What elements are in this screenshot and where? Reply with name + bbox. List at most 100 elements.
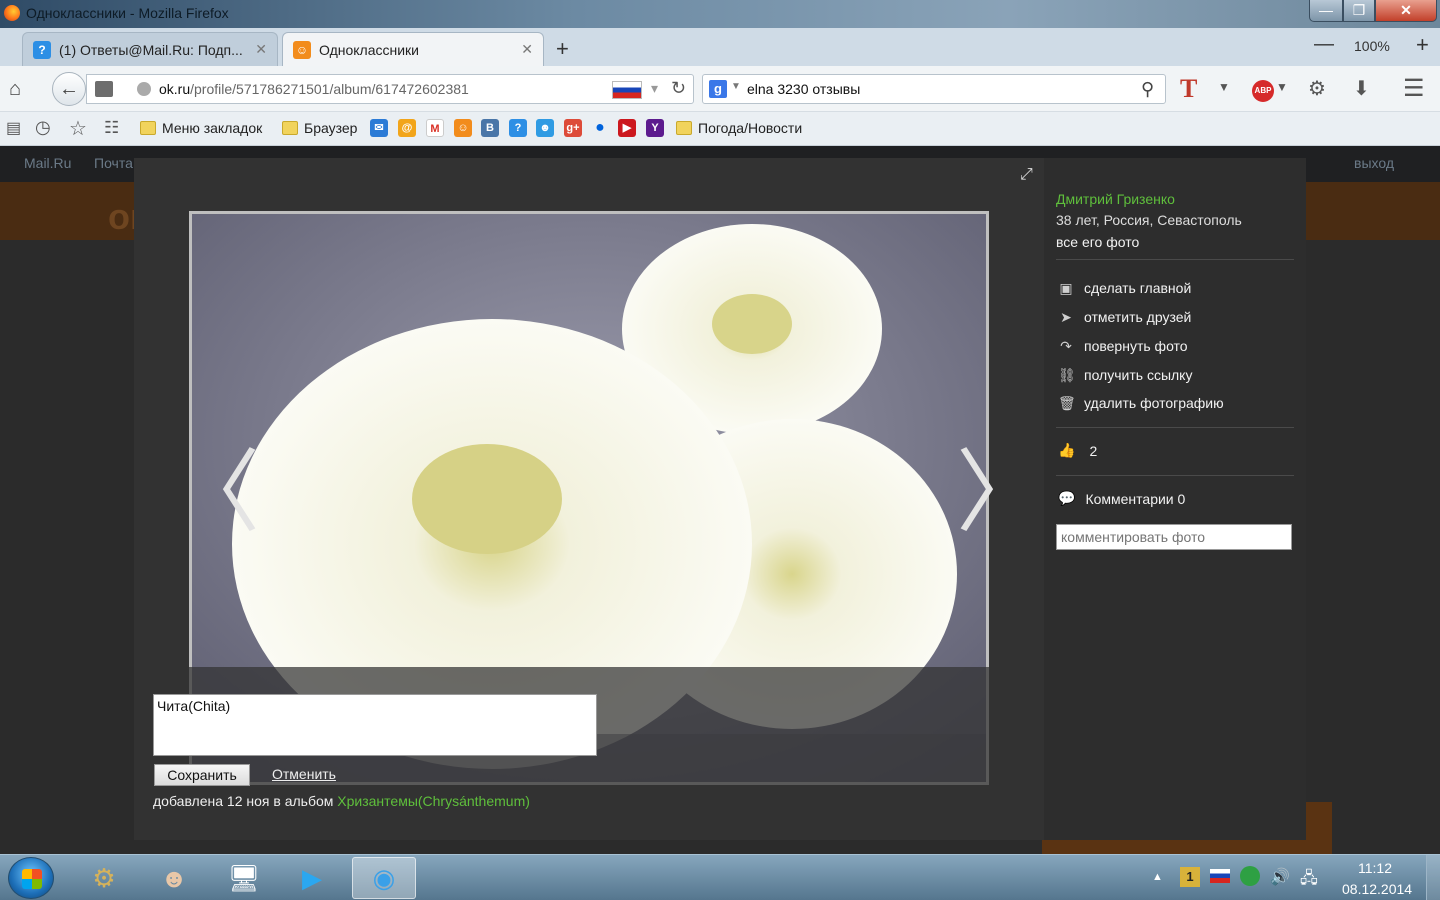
google-plus-icon[interactable]: g+ <box>564 119 582 137</box>
translate-icon[interactable]: T <box>1180 74 1197 104</box>
tab-close-icon[interactable]: ✕ <box>521 41 533 58</box>
link-exit[interactable]: выход <box>1354 155 1394 171</box>
play-icon: ▶ <box>302 862 322 893</box>
tab-odnoklassniki[interactable]: ☺ Одноклассники ✕ <box>282 32 544 66</box>
cancel-link[interactable]: Отменить <box>272 766 336 782</box>
owner-name-link[interactable]: Дмитрий Гризенко <box>1056 191 1175 207</box>
thumbs-up-icon: 👍 <box>1058 442 1076 458</box>
tab-label: (1) Ответы@Mail.Ru: Подп... <box>59 41 243 58</box>
gmail-icon[interactable]: M <box>426 119 444 137</box>
link-pochta[interactable]: Почта <box>94 155 133 171</box>
download-icon[interactable]: ⬇ <box>1353 76 1370 101</box>
moimir-icon[interactable]: ☻ <box>536 119 554 137</box>
link-mailru[interactable]: Mail.Ru <box>24 155 71 171</box>
photo-viewer-modal: ⤢ ✕ 〈 〉 <box>134 158 1306 840</box>
bookmark-weather-news[interactable]: Погода/Новости <box>676 120 802 136</box>
rotate-icon: ↷ <box>1060 338 1072 354</box>
network-icon[interactable]: 🖧 <box>1300 867 1318 894</box>
comments-header: 💬 Комментарии 0 <box>1058 490 1185 507</box>
chevron-down-icon[interactable]: ▼ <box>1218 80 1230 94</box>
tag-friends-action[interactable]: ➤ отметить друзей <box>1058 309 1191 325</box>
history-icon[interactable]: ◷ <box>35 117 51 138</box>
home-icon[interactable]: ⌂ <box>9 78 21 101</box>
previous-photo-arrow[interactable]: 〈 <box>170 448 260 538</box>
close-window-button[interactable]: ✕ <box>1375 0 1437 22</box>
show-desktop-button[interactable] <box>1426 855 1440 900</box>
yahoo-icon[interactable]: Y <box>646 119 664 137</box>
google-icon[interactable]: g <box>709 80 727 98</box>
url-text[interactable]: ok.ru/profile/571786271501/album/6174726… <box>159 81 469 97</box>
sidebar-icon[interactable]: ▤ <box>6 118 21 138</box>
make-main-action[interactable]: ▣ сделать главной <box>1058 280 1191 296</box>
volume-icon[interactable]: 🔊 <box>1270 867 1290 887</box>
tab-close-icon[interactable]: ✕ <box>255 41 267 58</box>
bookmarks-list-icon[interactable]: ☷ <box>104 118 119 138</box>
chevron-down-icon[interactable]: ▼ <box>1276 80 1288 94</box>
next-photo-arrow[interactable]: 〉 <box>956 448 1046 538</box>
zoom-out-button[interactable]: — <box>1314 33 1334 56</box>
vkontakte-icon[interactable]: B <box>481 119 499 137</box>
tab-strip: ? (1) Ответы@Mail.Ru: Подп... ✕ ☺ Однокл… <box>0 28 1440 66</box>
search-input[interactable]: elna 3230 отзывы <box>747 81 860 97</box>
star-icon[interactable]: ☆ <box>69 116 87 141</box>
clock-date[interactable]: 08.12.2014 <box>1342 881 1412 897</box>
new-tab-button[interactable]: + <box>556 36 569 62</box>
tray-app-icon[interactable]: 1 <box>1180 867 1200 887</box>
panorama-icon[interactable] <box>95 81 113 97</box>
rotate-action[interactable]: ↷ повернуть фото <box>1058 338 1187 354</box>
tray-green-icon[interactable] <box>1240 866 1260 886</box>
taskbar-app-computer[interactable]: 🖥 <box>212 857 276 899</box>
question-icon: ? <box>33 40 51 59</box>
start-button[interactable] <box>8 857 54 899</box>
reload-icon[interactable]: ↻ <box>671 78 686 99</box>
comments-label: Комментарии 0 <box>1085 490 1186 507</box>
tray-expand-icon[interactable]: ▲ <box>1152 871 1163 883</box>
window-title: Одноклассники - Mozilla Firefox <box>26 5 229 21</box>
zoom-in-button[interactable]: + <box>1416 32 1429 58</box>
maximize-button[interactable]: ❐ <box>1343 0 1375 22</box>
clock-time[interactable]: 11:12 <box>1358 860 1392 876</box>
bookmark-browser[interactable]: Браузер <box>282 120 357 136</box>
search-icon[interactable]: ⚲ <box>1141 79 1154 100</box>
photo-side-panel: Дмитрий Гризенко 38 лет, Россия, Севасто… <box>1044 158 1306 840</box>
taskbar-app-player[interactable]: ▶ <box>280 857 344 899</box>
tab-otvety[interactable]: ? (1) Ответы@Mail.Ru: Подп... ✕ <box>22 32 278 66</box>
pointer-icon: ➤ <box>1060 309 1072 325</box>
youtube-icon[interactable]: ▶ <box>618 119 636 137</box>
minimize-button[interactable]: — <box>1309 0 1343 22</box>
chevron-down-icon[interactable]: ▼ <box>731 81 741 92</box>
menu-icon[interactable]: ☰ <box>1403 74 1425 103</box>
gear-icon[interactable]: ⚙ <box>1308 76 1326 101</box>
zoom-level[interactable]: 100% <box>1354 38 1390 54</box>
caption-input[interactable]: Чита(Chita) <box>153 694 597 756</box>
odnoklassniki-icon[interactable]: ☺ <box>454 119 472 137</box>
language-flag-icon[interactable] <box>1210 869 1230 883</box>
all-photos-link[interactable]: все его фото <box>1056 234 1139 250</box>
delete-action[interactable]: 🗑 удалить фотографию <box>1058 395 1224 411</box>
likes[interactable]: 👍 2 <box>1058 442 1097 459</box>
at-icon[interactable]: @ <box>398 119 416 137</box>
taskbar-app-browser[interactable]: ◉ <box>352 857 416 899</box>
adblock-icon[interactable]: ABP <box>1252 80 1274 102</box>
save-button[interactable]: Сохранить <box>154 764 250 786</box>
url-bar[interactable]: ok.ru/profile/571786271501/album/6174726… <box>86 74 694 104</box>
globe-icon[interactable] <box>137 82 151 96</box>
windows-taskbar: ⚙ ☻ 🖥 ▶ ◉ ▲ 1 🔊 🖧 11:12 08.12.2014 <box>0 854 1440 900</box>
windows-logo-icon <box>22 869 42 889</box>
likes-count: 2 <box>1089 442 1098 459</box>
taskbar-app-robot[interactable]: ⚙ <box>72 857 136 899</box>
back-button[interactable]: ← <box>52 72 86 106</box>
added-info: добавлена 12 ноя в альбом Хризантемы(Chr… <box>153 793 530 809</box>
question-icon[interactable]: ? <box>509 119 527 137</box>
flickr-icon[interactable]: ● <box>591 119 609 137</box>
dropdown-icon[interactable]: ▾ <box>651 80 658 97</box>
fullscreen-icon[interactable]: ⤢ <box>1020 166 1033 184</box>
comment-input[interactable] <box>1056 524 1292 550</box>
mail-icon[interactable]: ✉ <box>370 119 388 137</box>
get-link-action[interactable]: ⛓ получить ссылку <box>1058 367 1192 383</box>
globe-icon: ◉ <box>372 862 396 893</box>
search-bar[interactable]: g ▼ elna 3230 отзывы ⚲ <box>702 74 1166 104</box>
taskbar-app-game[interactable]: ☻ <box>142 857 206 899</box>
bookmark-menu[interactable]: Меню закладок <box>140 120 262 136</box>
album-link[interactable]: Хризантемы(Chrysánthemum) <box>337 793 530 809</box>
